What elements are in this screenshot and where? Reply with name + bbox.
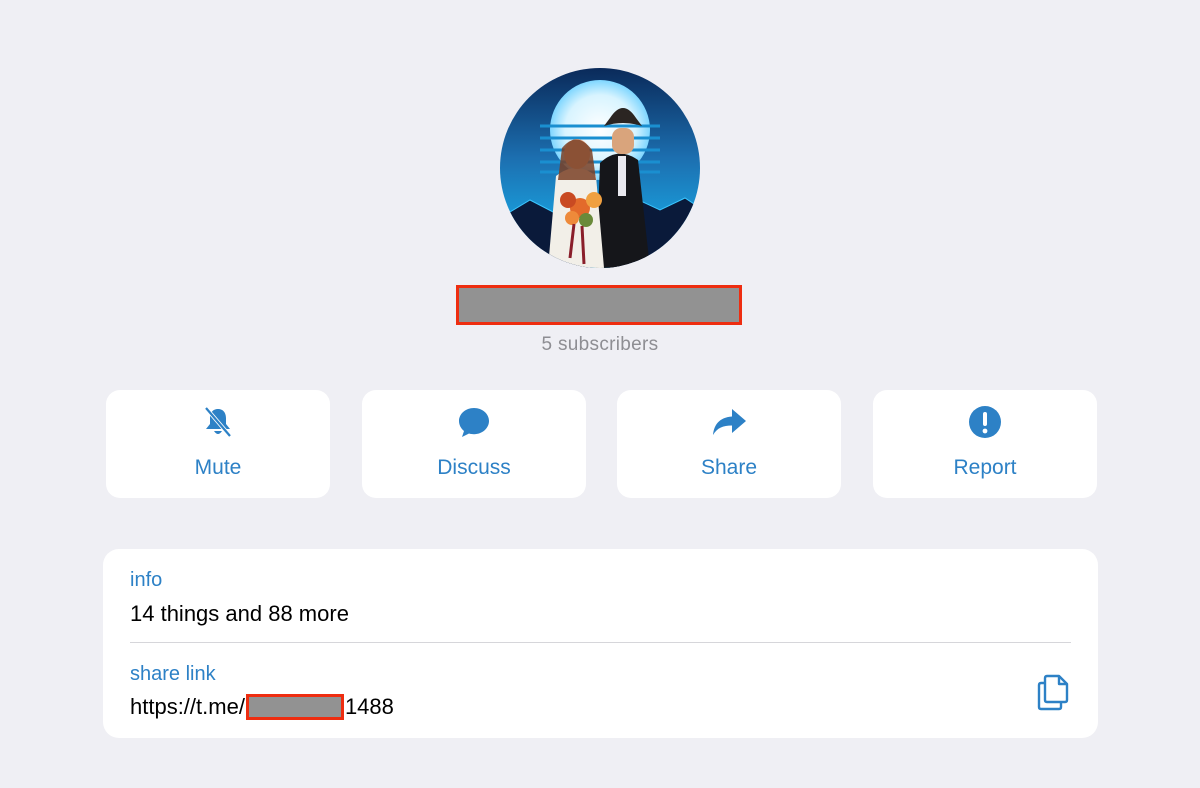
info-title: info: [130, 569, 163, 591]
report-label: Report: [953, 456, 1017, 479]
share-arrow-icon: [617, 406, 841, 438]
share-link-prefix: https://t.me/: [130, 694, 245, 719]
share-button[interactable]: Share: [617, 390, 841, 498]
bell-slash-icon: [106, 406, 330, 438]
discuss-button[interactable]: Discuss: [362, 390, 586, 498]
share-link-suffix: 1488: [344, 694, 394, 719]
mute-button[interactable]: Mute: [106, 390, 330, 498]
divider: [130, 642, 1071, 643]
mute-label: Mute: [194, 456, 242, 479]
info-card: info 14 things and 88 more share link ht…: [103, 549, 1098, 738]
subscriber-count: 5 subscribers: [541, 334, 659, 355]
channel-avatar[interactable]: [500, 68, 700, 268]
share-link-value[interactable]: https://t.me/ 1488: [130, 694, 394, 720]
share-link-redacted: [245, 694, 344, 720]
share-link-title: share link: [130, 663, 216, 685]
share-label: Share: [700, 456, 758, 479]
info-value[interactable]: 14 things and 88 more: [130, 601, 349, 627]
channel-name-redacted: [456, 285, 742, 325]
discuss-label: Discuss: [437, 456, 511, 479]
exclamation-circle-icon: [873, 406, 1097, 438]
copy-icon[interactable]: [1035, 673, 1071, 711]
report-button[interactable]: Report: [873, 390, 1097, 498]
chat-bubble-icon: [362, 406, 586, 438]
